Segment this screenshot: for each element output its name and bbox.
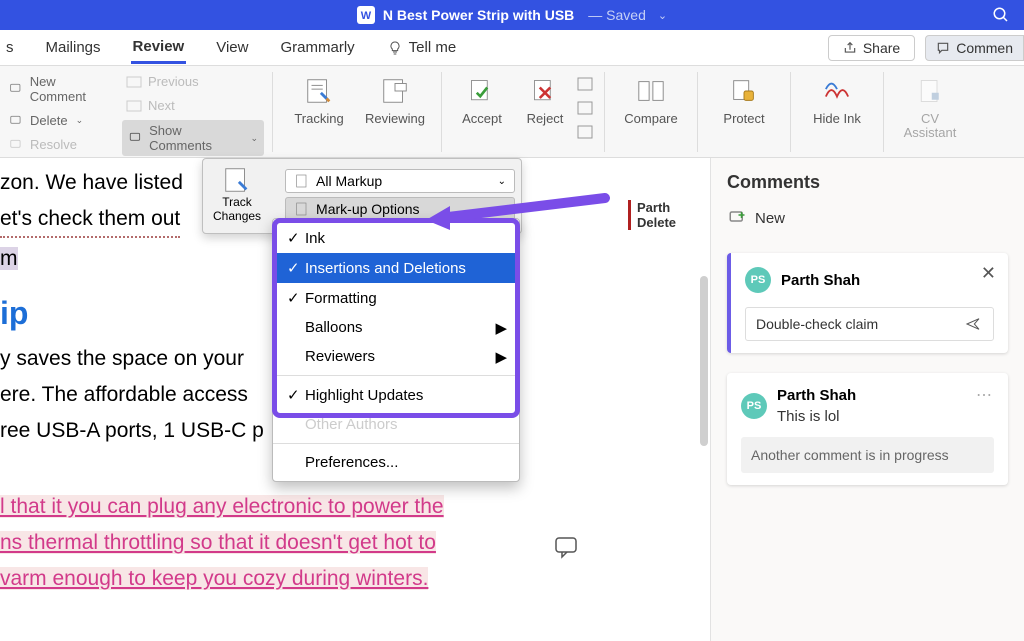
comments-title: Comments bbox=[727, 172, 1008, 193]
menu-balloons[interactable]: Balloons▶ bbox=[273, 313, 519, 342]
show-comments-button[interactable]: Show Comments⌄ bbox=[122, 120, 264, 156]
menu-formatting[interactable]: ✓Formatting bbox=[273, 283, 519, 313]
show-comments-icon bbox=[128, 131, 143, 145]
accept-icon bbox=[468, 77, 496, 105]
svg-text:W: W bbox=[361, 10, 372, 22]
doc-icon bbox=[294, 173, 310, 189]
reject-icon bbox=[531, 77, 559, 105]
protect-icon bbox=[729, 76, 759, 106]
check-icon: ✓ bbox=[287, 229, 305, 247]
accept-button[interactable]: Accept bbox=[450, 72, 514, 126]
doc-icon bbox=[294, 201, 310, 217]
comment-delete-icon bbox=[8, 114, 24, 128]
comment-author: Parth Shah bbox=[781, 272, 860, 289]
prev-change-icon[interactable] bbox=[576, 76, 596, 94]
annotation-arrow bbox=[420, 190, 610, 230]
resolve-button[interactable]: Resolve bbox=[4, 135, 118, 154]
comment-resolve-icon bbox=[8, 138, 24, 152]
compare-button[interactable]: Compare bbox=[613, 72, 689, 126]
hide-ink-button[interactable]: Hide Ink bbox=[799, 72, 875, 126]
word-app-icon: W bbox=[357, 6, 375, 24]
comment-card[interactable]: ⋯ PS Parth Shah This is lol Another comm… bbox=[727, 373, 1008, 485]
chevron-down-icon: ⌄ bbox=[498, 176, 506, 187]
new-comment-button[interactable]: New Comment bbox=[4, 72, 118, 106]
revision-note[interactable]: Parth Delete bbox=[628, 200, 704, 230]
cv-icon bbox=[916, 77, 944, 105]
compare-icon bbox=[636, 76, 666, 106]
share-button[interactable]: Share bbox=[828, 35, 915, 61]
title-chevron-icon[interactable]: ⌄ bbox=[658, 9, 667, 22]
comment-anchor-icon[interactable] bbox=[554, 536, 580, 560]
hide-ink-icon bbox=[822, 78, 852, 104]
text: et's check them out bbox=[0, 204, 180, 238]
comment-author: Parth Shah bbox=[777, 387, 856, 404]
submenu-arrow-icon: ▶ bbox=[495, 319, 507, 337]
search-icon[interactable] bbox=[992, 6, 1010, 24]
tab-mailings[interactable]: Mailings bbox=[44, 33, 103, 62]
previous-button[interactable]: Previous bbox=[122, 72, 264, 91]
text: zon. We have listed bbox=[0, 171, 183, 194]
protect-button[interactable]: Protect bbox=[706, 72, 782, 126]
reviewing-button[interactable]: Reviewing bbox=[357, 72, 433, 126]
chevron-down-icon: ⌄ bbox=[250, 133, 258, 144]
more-changes-icon[interactable] bbox=[576, 124, 596, 142]
scrollbar-thumb[interactable] bbox=[700, 276, 708, 446]
save-status: — Saved bbox=[588, 7, 646, 23]
tab-cut[interactable]: s bbox=[4, 33, 16, 62]
check-icon: ✓ bbox=[287, 386, 305, 404]
next-button[interactable]: Next bbox=[122, 96, 264, 115]
check-icon: ✓ bbox=[287, 259, 305, 277]
tab-tellme[interactable]: Tell me bbox=[385, 33, 459, 62]
comment-card[interactable]: ✕ PS Parth Shah Double-check claim bbox=[727, 253, 1008, 353]
plus-comment-icon bbox=[727, 209, 747, 227]
avatar: PS bbox=[745, 267, 771, 293]
delete-button[interactable]: Delete⌄ bbox=[4, 111, 118, 130]
comment-icon bbox=[936, 41, 950, 55]
tab-grammarly[interactable]: Grammarly bbox=[278, 33, 356, 62]
reject-button[interactable]: Reject bbox=[514, 72, 576, 126]
cv-assistant-button[interactable]: CVAssistant bbox=[892, 72, 968, 140]
comments-pane: Comments New ✕ PS Parth Shah Double-chec… bbox=[710, 158, 1024, 641]
tab-view[interactable]: View bbox=[214, 33, 250, 62]
comment-body: This is lol bbox=[777, 408, 856, 425]
track-changes-icon bbox=[222, 165, 252, 195]
deleted-text: ns thermal throttling so that it doesn't… bbox=[0, 531, 436, 554]
menu-preferences[interactable]: Preferences... bbox=[273, 448, 519, 477]
markup-options-menu: ✓Ink ✓Insertions and Deletions ✓Formatti… bbox=[272, 218, 520, 482]
next-change-icon[interactable] bbox=[576, 100, 596, 118]
close-icon[interactable]: ✕ bbox=[981, 263, 996, 284]
deleted-text: l that it you can plug any electronic to… bbox=[0, 495, 444, 518]
new-comment-button[interactable]: New bbox=[727, 209, 1008, 227]
next-icon bbox=[126, 99, 142, 113]
reply-input[interactable]: Double-check claim bbox=[745, 307, 994, 341]
share-icon bbox=[843, 41, 857, 55]
reviewing-icon bbox=[380, 76, 410, 106]
prev-icon bbox=[126, 75, 142, 89]
send-icon[interactable] bbox=[963, 316, 983, 332]
tracking-icon bbox=[304, 76, 334, 106]
check-icon: ✓ bbox=[287, 289, 305, 307]
titlebar: W N Best Power Strip with USB — Saved ⌄ bbox=[0, 0, 1024, 30]
menu-highlight-updates[interactable]: ✓Highlight Updates bbox=[273, 380, 519, 410]
text: m bbox=[0, 247, 18, 270]
bulb-icon bbox=[387, 40, 403, 56]
tab-review[interactable]: Review bbox=[131, 32, 187, 64]
menu-other-authors[interactable]: Other Authors bbox=[273, 410, 519, 439]
submenu-arrow-icon: ▶ bbox=[495, 348, 507, 366]
ribbon: New Comment Delete⌄ Resolve Previous Nex… bbox=[0, 66, 1024, 158]
more-icon[interactable]: ⋯ bbox=[976, 385, 994, 405]
menu-reviewers[interactable]: Reviewers▶ bbox=[273, 342, 519, 371]
document-title: N Best Power Strip with USB bbox=[383, 7, 574, 23]
comment-button[interactable]: Commen bbox=[925, 35, 1024, 61]
menu-insertions-deletions[interactable]: ✓Insertions and Deletions bbox=[273, 253, 519, 283]
chevron-down-icon: ⌄ bbox=[76, 115, 84, 126]
deleted-text: varm enough to keep you cozy during wint… bbox=[0, 567, 428, 590]
track-changes-button[interactable]: Track Changes bbox=[203, 159, 271, 229]
ribbon-tabs: s Mailings Review View Grammarly Tell me… bbox=[0, 30, 1024, 66]
tracking-button[interactable]: Tracking bbox=[281, 72, 357, 126]
comment-draft-status: Another comment is in progress bbox=[741, 437, 994, 473]
avatar: PS bbox=[741, 393, 767, 419]
comment-new-icon bbox=[8, 82, 24, 96]
